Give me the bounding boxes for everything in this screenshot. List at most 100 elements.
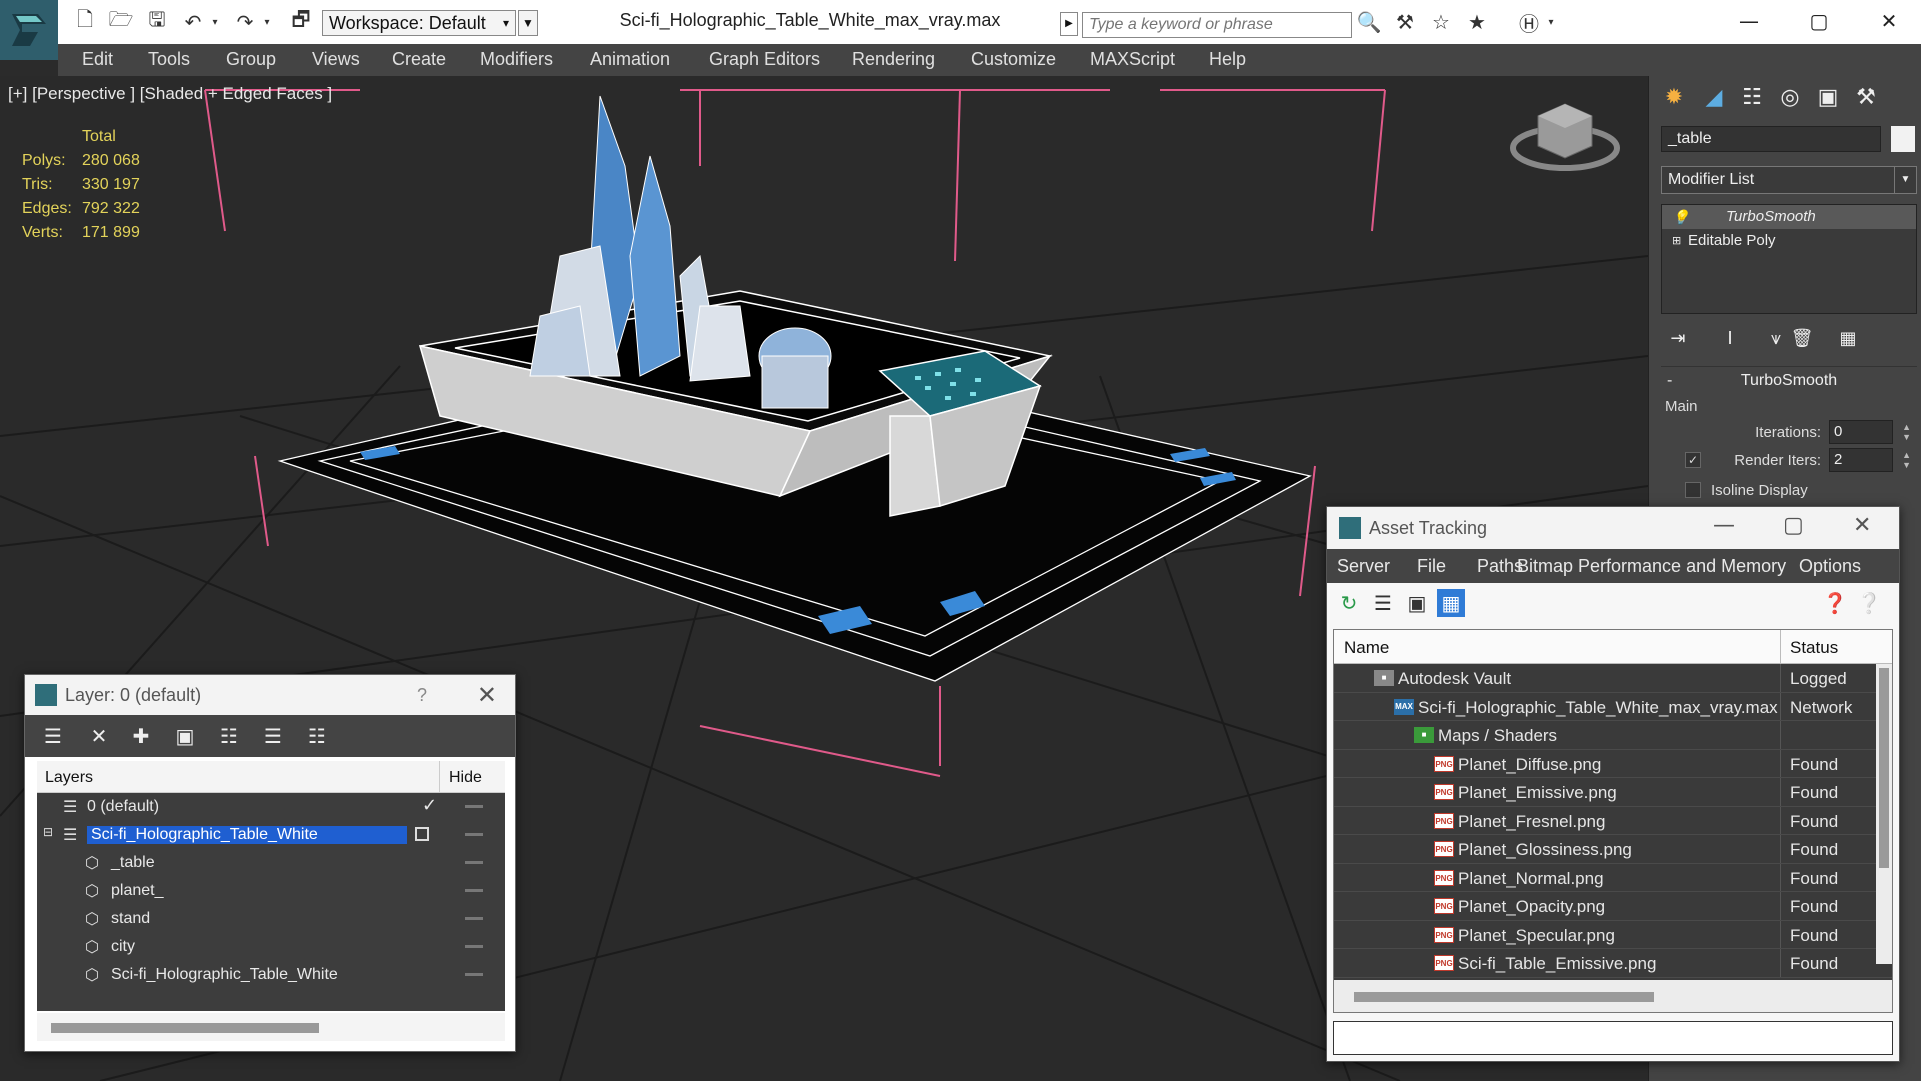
make-unique-icon[interactable]: ⩛ — [1763, 326, 1789, 352]
layer-panel-titlebar[interactable]: Layer: 0 (default) ? ✕ — [25, 675, 515, 715]
remove-modifier-icon[interactable]: 🗑 — [1789, 326, 1815, 352]
table-row[interactable]: ■ Maps / Shaders — [1334, 721, 1892, 750]
hide-toggle[interactable] — [465, 945, 483, 948]
app-logo-button[interactable] — [0, 0, 58, 60]
menu-graph-editors[interactable]: Graph Editors — [709, 49, 820, 70]
pin-stack-icon[interactable]: ⇥ — [1665, 326, 1691, 352]
spinner-icon[interactable]: ▲ ▼ — [1902, 450, 1911, 470]
display-tab-icon[interactable]: ▣ — [1811, 80, 1845, 114]
stack-item-editable-poly[interactable]: ⊞ Editable Poly — [1662, 229, 1916, 253]
menu-group[interactable]: Group — [226, 49, 276, 70]
collapse-icon[interactable]: ⊟ — [43, 825, 53, 839]
select-objects-icon[interactable]: ☷ — [215, 723, 243, 749]
hide-freeze-icon[interactable]: ☷ — [303, 723, 331, 749]
table-row[interactable]: PNG Planet_Diffuse.png Found — [1334, 749, 1892, 778]
column-name[interactable]: Name — [1344, 638, 1389, 658]
maximize-button[interactable]: ▢ — [1794, 4, 1844, 38]
help-icon[interactable]: ❓ — [1821, 589, 1849, 617]
menu-maxscript[interactable]: MAXScript — [1090, 49, 1175, 70]
close-icon[interactable]: ✕ — [477, 681, 497, 710]
close-button[interactable]: ✕ — [1864, 4, 1914, 38]
wrench-icon[interactable]: ⚒ — [1392, 10, 1418, 34]
render-iters-input[interactable]: 2 — [1829, 448, 1893, 472]
create-tab-icon[interactable]: ✹ — [1657, 80, 1691, 114]
menu-create[interactable]: Create — [392, 49, 446, 70]
hide-toggle[interactable] — [465, 833, 483, 836]
table-row[interactable]: PNG Planet_Fresnel.png Found — [1334, 806, 1892, 835]
open-file-icon[interactable]: 🗁 — [108, 7, 134, 34]
utilities-tab-icon[interactable]: ⚒ — [1849, 80, 1883, 114]
menu-animation[interactable]: Animation — [590, 49, 670, 70]
current-layer-check-icon[interactable]: ✓ — [422, 795, 437, 816]
layer-row[interactable]: ⬡ _table — [37, 849, 505, 877]
table-row[interactable]: PNG Planet_Normal.png Found — [1334, 863, 1892, 892]
list-view-icon[interactable]: ☰ — [1369, 589, 1397, 617]
asset-menu-server[interactable]: Server — [1337, 556, 1390, 577]
menu-customize[interactable]: Customize — [971, 49, 1056, 70]
table-row[interactable]: PNG Planet_Glossiness.png Found — [1334, 835, 1892, 864]
maximize-icon[interactable]: ▢ — [1783, 513, 1804, 538]
menu-views[interactable]: Views — [312, 49, 360, 70]
scrollbar-thumb[interactable] — [1879, 668, 1889, 868]
viewport-label[interactable]: [+] [Perspective ] [Shaded + Edged Faces… — [8, 84, 332, 104]
scrollbar-thumb[interactable] — [1354, 992, 1654, 1002]
show-end-result-icon[interactable]: Ⅰ — [1717, 326, 1743, 352]
minimize-icon[interactable]: — — [1713, 513, 1735, 538]
hide-toggle[interactable] — [465, 805, 483, 808]
undo-icon[interactable]: ↶ — [180, 10, 206, 34]
horizontal-scrollbar[interactable] — [37, 1013, 505, 1041]
workspace-menu-button[interactable]: ▼ — [518, 10, 538, 36]
refresh-icon[interactable]: ↻ — [1335, 589, 1363, 617]
layer-row[interactable]: ⬡ Sci-fi_Holographic_Table_White — [37, 961, 505, 989]
redo-dropdown-icon[interactable]: ▾ — [260, 10, 274, 34]
menu-modifiers[interactable]: Modifiers — [480, 49, 553, 70]
scrollbar-thumb[interactable] — [51, 1023, 319, 1033]
minimize-button[interactable]: — — [1724, 4, 1774, 38]
hide-toggle[interactable] — [465, 917, 483, 920]
asset-path-field[interactable] — [1333, 1021, 1893, 1055]
hierarchy-tab-icon[interactable]: ☷ — [1735, 80, 1769, 114]
asset-menu-bitmap[interactable]: Bitmap Performance and Memory — [1517, 556, 1786, 577]
table-row[interactable]: MAX Sci-fi_Holographic_Table_White_max_v… — [1334, 692, 1892, 721]
search-input[interactable] — [1082, 12, 1352, 38]
iterations-input[interactable]: 0 — [1829, 420, 1893, 444]
column-status[interactable]: Status — [1790, 638, 1838, 658]
search-expand-button[interactable]: ▶ — [1060, 12, 1078, 36]
lightbulb-icon[interactable]: 💡 — [1672, 205, 1689, 229]
isoline-checkbox[interactable] — [1685, 482, 1701, 498]
asset-panel-titlebar[interactable]: Asset Tracking — ▢ ✕ — [1327, 507, 1899, 549]
hide-toggle[interactable] — [465, 889, 483, 892]
expand-icon[interactable]: ⊞ — [1672, 229, 1681, 253]
highlight-layer-icon[interactable]: ☰ — [259, 723, 287, 749]
binoculars-icon[interactable]: 🔍 — [1356, 10, 1382, 34]
menu-edit[interactable]: Edit — [82, 49, 113, 70]
spinner-icon[interactable]: ▲ ▼ — [1902, 422, 1911, 442]
thumbnail-view-icon[interactable]: ▣ — [1403, 589, 1431, 617]
project-folder-icon[interactable]: 🗗 — [288, 7, 314, 34]
table-view-icon[interactable]: ▦ — [1437, 589, 1465, 617]
table-row[interactable]: PNG Planet_Specular.png Found — [1334, 920, 1892, 949]
table-row[interactable]: PNG Sci-fi_Table_Emissive.png Found — [1334, 949, 1892, 978]
asset-menu-options[interactable]: Options — [1799, 556, 1861, 577]
menu-help[interactable]: Help — [1209, 49, 1246, 70]
add-icon[interactable]: ✚ — [127, 723, 155, 749]
favorites-star-icon[interactable]: ★ — [1464, 10, 1490, 34]
menu-rendering[interactable]: Rendering — [852, 49, 935, 70]
workspace-select[interactable]: Workspace: Default ▾ — [322, 10, 516, 36]
help-icon[interactable]: Ⓗ — [1516, 10, 1542, 36]
new-file-icon[interactable]: 🗋 — [72, 7, 98, 34]
layer-row[interactable]: ⬡ stand — [37, 905, 505, 933]
configure-modifier-sets-icon[interactable]: ▦ — [1835, 326, 1861, 352]
column-hide[interactable]: Hide — [449, 769, 482, 787]
table-row[interactable]: ■ Autodesk Vault Logged — [1334, 664, 1892, 693]
modifier-list-dropdown[interactable]: Modifier List ▼ — [1661, 166, 1917, 194]
layer-row[interactable]: ⬡ city — [37, 933, 505, 961]
column-layers[interactable]: Layers — [45, 769, 93, 787]
stack-item-turbosmooth[interactable]: 💡 TurboSmooth — [1662, 205, 1916, 229]
close-icon[interactable]: ✕ — [1853, 513, 1871, 538]
set-current-layer-icon[interactable] — [415, 827, 429, 841]
delete-icon[interactable]: ✕ — [85, 723, 113, 749]
redo-icon[interactable]: ↷ — [232, 10, 258, 34]
layers-icon[interactable]: ☰ — [39, 723, 67, 749]
menu-tools[interactable]: Tools — [148, 49, 190, 70]
